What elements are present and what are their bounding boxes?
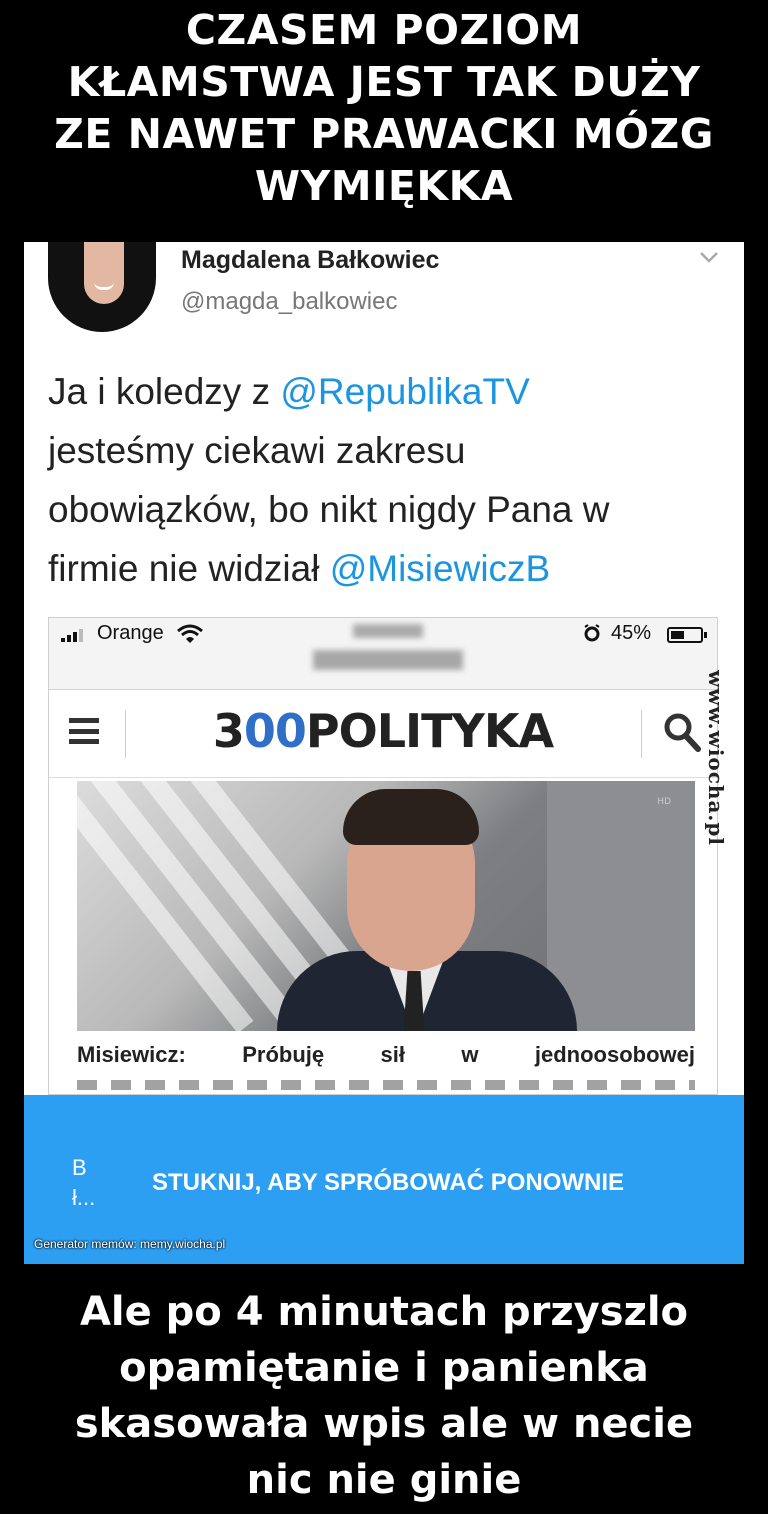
avatar-face [84,242,124,304]
alarm-icon [584,624,600,642]
top-caption-line: ZE NAWET PRAWACKI MÓZG [54,110,714,158]
retry-banner[interactable]: B ł... STUKNIJ, ABY SPRÓBOWAĆ PONOWNIE G… [24,1095,744,1264]
article-photo[interactable]: HD [77,781,695,1031]
headline-cut-line [77,1080,695,1090]
top-caption-line: WYMIĘKKA [254,162,514,210]
author-name[interactable]: Magdalena Bałkowiec [181,246,439,275]
tweet-text-line: jesteśmy ciekawi zakresu [48,430,466,471]
site-logo-part: POLITYKA [305,704,554,758]
phone-status-bar: Orange 45% [49,618,717,690]
tweet-text-part: Ja i koledzy z [48,371,281,412]
bottom-caption-line: opamiętanie i panienka [119,1345,649,1391]
bottom-caption: Ale po 4 minutach przyszlo opamiętanie i… [0,1284,768,1514]
site-header: 300POLITYKA [49,690,717,778]
article-headline[interactable]: Misiewicz: Próbuję sił w jednoosobowej [77,1042,695,1068]
tweet-text-line: Ja i koledzy z @RepublikaTV [48,362,728,421]
chevron-down-icon[interactable] [698,246,720,268]
tweet-text: Ja i koledzy z @RepublikaTV jesteśmy cie… [48,362,728,598]
top-caption: CZASEM POZIOM KŁAMSTWA JEST TAK DUŻY ZE … [0,4,768,236]
site-logo[interactable]: 300POLITYKA [49,704,717,758]
top-caption-line: KŁAMSTWA JEST TAK DUŻY [67,58,701,106]
retry-side-line: ł... [72,1185,96,1210]
tweet-text-part: firmie nie widział [48,548,330,589]
battery-percent: 45% [611,622,652,644]
blurred-time [353,624,423,638]
tweet-card: Magdalena Bałkowiec @magda_balkowiec Ja … [24,242,744,1264]
avatar[interactable] [48,242,156,332]
bottom-caption-line: Ale po 4 minutach przyszlo [79,1289,689,1335]
battery-fill [671,631,684,639]
site-watermark: www.wiocha.pl [704,670,734,850]
carrier-label: Orange [97,622,164,644]
tweet-text-line: firmie nie widział @MisiewiczB [48,539,728,598]
search-icon[interactable] [663,712,701,752]
divider [641,710,642,758]
site-logo-part: 3 [212,704,245,758]
retry-side-text: B ł... [72,1153,95,1213]
top-caption-line: CZASEM POZIOM [185,6,583,54]
retry-side-line: B [72,1155,87,1180]
signal-icon [61,628,83,642]
generator-credit: Generator memów: memy.wiocha.pl [34,1237,226,1251]
hd-mark: HD [657,797,671,807]
mention-misiewiczb[interactable]: @MisiewiczB [330,548,551,589]
watermark-text: www.wiocha.pl [704,670,728,846]
mention-republikatv[interactable]: @RepublikaTV [280,371,529,412]
tweet-text-line: obowiązków, bo nikt nigdy Pana w [48,489,610,530]
blurred-url [313,650,463,670]
retry-button[interactable]: STUKNIJ, ABY SPRÓBOWAĆ PONOWNIE [152,1169,624,1197]
bottom-caption-line: skasowała wpis ale w necie [74,1401,694,1447]
wifi-icon [177,624,203,643]
battery-icon [667,627,707,643]
bottom-caption-line: nic nie ginie [246,1457,522,1503]
embedded-phone-screenshot[interactable]: Orange 45% 300POLITYKA HD Misiewicz: Pró… [48,617,718,1095]
author-handle[interactable]: @magda_balkowiec [181,288,397,316]
site-logo-zeros: 00 [243,704,307,758]
